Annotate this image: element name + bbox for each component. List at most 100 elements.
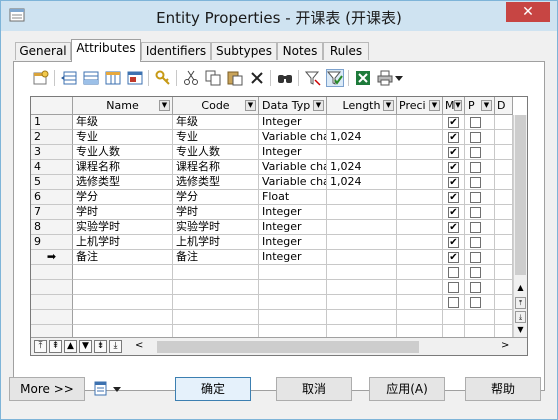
cell-name[interactable] xyxy=(73,295,173,310)
column-header-displayed[interactable]: D xyxy=(495,97,513,115)
table-row[interactable]: 5选修类型选修类型Variable char1,024✔ xyxy=(31,175,527,190)
column-header-name[interactable]: Name ▼ xyxy=(73,97,173,115)
cell-p[interactable] xyxy=(465,235,495,250)
cell-length[interactable] xyxy=(327,190,397,205)
copy-icon[interactable] xyxy=(204,69,222,87)
cell-num[interactable]: 7 xyxy=(31,205,73,220)
cell-type[interactable]: Integer xyxy=(259,205,327,220)
cell-d[interactable] xyxy=(495,175,513,190)
cell-prec[interactable] xyxy=(397,280,443,295)
last-row-icon[interactable]: ⤓ xyxy=(109,340,122,353)
table-row[interactable]: 1 年级 年级 Integer ✔ xyxy=(31,115,527,130)
cell-name[interactable]: 专业 xyxy=(73,130,173,145)
cell-length[interactable] xyxy=(327,280,397,295)
cell-m[interactable]: ✔ xyxy=(443,235,465,250)
cell-type[interactable] xyxy=(259,280,327,295)
cell-type[interactable]: Integer xyxy=(259,235,327,250)
help-button[interactable]: 帮助 xyxy=(465,377,541,401)
column-header-precision[interactable]: Preci ▼ xyxy=(397,97,443,115)
column-header-mandatory[interactable]: M ▼ xyxy=(443,97,465,115)
cell-m[interactable] xyxy=(443,280,465,295)
cell-length[interactable] xyxy=(327,235,397,250)
dropdown-icon[interactable]: ▼ xyxy=(383,100,394,111)
cell-p[interactable] xyxy=(465,295,495,310)
cell-m[interactable]: ✔ xyxy=(443,190,465,205)
cell-code[interactable]: 年级 xyxy=(173,115,259,130)
table-row[interactable]: 7 学时 学时 Integer ✔ xyxy=(31,205,527,220)
ok-button[interactable]: 确定 xyxy=(175,377,251,401)
cell-p[interactable] xyxy=(465,310,495,325)
cell-length[interactable] xyxy=(327,295,397,310)
cell-prec[interactable] xyxy=(397,220,443,235)
table-row[interactable]: 3 专业人数 专业人数 Integer ✔ xyxy=(31,145,527,160)
tab-general[interactable]: General xyxy=(15,42,71,60)
mandatory-checkbox[interactable]: ✔ xyxy=(448,162,459,173)
mandatory-checkbox[interactable]: ✔ xyxy=(448,252,459,263)
cell-num[interactable]: 4 xyxy=(31,160,73,175)
table-row[interactable]: 8 实验学时 实验学时 Integer ✔ xyxy=(31,220,527,235)
cell-p[interactable] xyxy=(465,220,495,235)
cell-p[interactable] xyxy=(465,115,495,130)
cell-name[interactable]: 备注 xyxy=(73,250,173,265)
delete-icon[interactable] xyxy=(248,69,266,87)
cell-p[interactable] xyxy=(465,175,495,190)
cancel-button[interactable]: 取消 xyxy=(276,377,352,401)
table-row[interactable] xyxy=(31,295,527,310)
cell-name[interactable] xyxy=(73,280,173,295)
cell-num[interactable]: ➡ xyxy=(31,250,73,265)
cell-length[interactable]: 1,024 xyxy=(327,175,397,190)
primary-checkbox[interactable] xyxy=(470,252,481,263)
cell-d[interactable] xyxy=(495,310,513,325)
cell-prec[interactable] xyxy=(397,175,443,190)
cell-name[interactable]: 上机学时 xyxy=(73,235,173,250)
cell-type[interactable] xyxy=(259,295,327,310)
primary-checkbox[interactable] xyxy=(470,282,481,293)
primary-checkbox[interactable] xyxy=(470,117,481,128)
cell-type[interactable] xyxy=(259,310,327,325)
cell-prec[interactable] xyxy=(397,265,443,280)
insert-row-icon[interactable] xyxy=(60,69,78,87)
cell-m[interactable]: ✔ xyxy=(443,220,465,235)
add-columns-icon[interactable] xyxy=(104,69,122,87)
scroll-top-icon[interactable]: ⤒ xyxy=(515,297,526,309)
vertical-scroll-thumb[interactable] xyxy=(515,115,526,275)
table-row[interactable] xyxy=(31,280,527,295)
cell-num[interactable] xyxy=(31,295,73,310)
cell-prec[interactable] xyxy=(397,250,443,265)
dropdown-icon[interactable]: ▼ xyxy=(481,100,492,111)
dropdown-icon[interactable]: ▼ xyxy=(159,100,170,111)
cut-icon[interactable] xyxy=(182,69,200,87)
more-icon[interactable] xyxy=(394,69,404,87)
primary-checkbox[interactable] xyxy=(470,147,481,158)
cell-num[interactable]: 1 xyxy=(31,115,73,130)
mandatory-checkbox[interactable] xyxy=(448,267,459,278)
excel-icon[interactable] xyxy=(354,69,372,87)
cell-p[interactable] xyxy=(465,265,495,280)
cell-d[interactable] xyxy=(495,250,513,265)
table-row[interactable] xyxy=(31,265,527,280)
cell-d[interactable] xyxy=(495,160,513,175)
table-row[interactable]: 4课程名称课程名称Variable char1,024✔ xyxy=(31,160,527,175)
cell-code[interactable]: 课程名称 xyxy=(173,160,259,175)
cell-p[interactable] xyxy=(465,250,495,265)
dropdown-icon[interactable]: ▼ xyxy=(429,100,440,111)
first-row-icon[interactable]: ⤒ xyxy=(34,340,47,353)
cell-length[interactable]: 1,024 xyxy=(327,130,397,145)
cell-m[interactable]: ✔ xyxy=(443,160,465,175)
cell-num[interactable]: 8 xyxy=(31,220,73,235)
scroll-bottom-icon[interactable]: ⤓ xyxy=(515,311,526,323)
cell-prec[interactable] xyxy=(397,205,443,220)
key-icon[interactable] xyxy=(154,69,172,87)
cell-prec[interactable] xyxy=(397,145,443,160)
cell-prec[interactable] xyxy=(397,190,443,205)
horizontal-scroll-thumb[interactable] xyxy=(157,341,419,353)
cell-code[interactable] xyxy=(173,295,259,310)
cell-prec[interactable] xyxy=(397,115,443,130)
table-row[interactable]: 9 上机学时 上机学时 Integer ✔ xyxy=(31,235,527,250)
cell-m[interactable] xyxy=(443,310,465,325)
paste-icon[interactable] xyxy=(226,69,244,87)
add-row-icon[interactable] xyxy=(82,69,100,87)
cell-type[interactable] xyxy=(259,265,327,280)
cell-d[interactable] xyxy=(495,220,513,235)
table-row[interactable]: ➡ 备注 备注 Integer ✔ xyxy=(31,250,527,265)
